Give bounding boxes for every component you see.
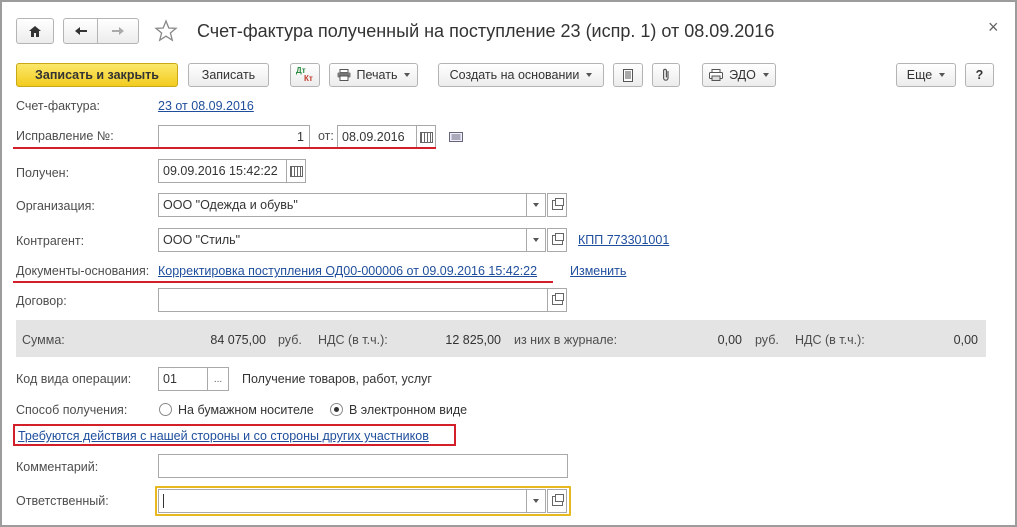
document-window: Счет-фактура полученный на поступление 2… (0, 0, 1017, 527)
organization-dropdown-button[interactable] (526, 193, 546, 217)
list-icon[interactable] (449, 131, 463, 142)
open-icon (551, 233, 564, 245)
sum-value: 84 075,00 (210, 333, 266, 347)
save-button[interactable]: Записать (188, 63, 269, 87)
received-date-picker-button[interactable] (286, 159, 306, 183)
arrow-right-icon (112, 27, 124, 35)
contract-open-button[interactable] (547, 288, 567, 312)
save-and-close-button[interactable]: Записать и закрыть (16, 63, 178, 87)
responsible-open-button[interactable] (547, 489, 567, 513)
correction-date-picker-button[interactable] (416, 125, 436, 149)
comment-label: Комментарий: (16, 460, 99, 474)
journal-vat-label: НДС (в т.ч.): (795, 333, 865, 347)
responsible-label: Ответственный: (16, 494, 109, 508)
help-button[interactable]: ? (965, 63, 994, 87)
invoice-link[interactable]: 23 от 08.09.2016 (158, 99, 254, 113)
operation-code-label: Код вида операции: (16, 372, 132, 386)
receipt-method-electronic-radio[interactable] (330, 403, 343, 416)
operation-code-field[interactable]: 01 (158, 367, 208, 391)
journal-value: 0,00 (717, 333, 742, 347)
edo-button[interactable]: ЭДО (702, 63, 776, 87)
paperclip-icon (663, 68, 669, 81)
organization-open-button[interactable] (547, 193, 567, 217)
attachment-button[interactable] (652, 63, 680, 87)
contractor-open-button[interactable] (547, 228, 567, 252)
vat-value: 12 825,00 (445, 333, 501, 347)
arrow-left-icon (74, 27, 87, 35)
journal-currency: руб. (755, 333, 779, 347)
open-icon (551, 198, 564, 210)
responsible-field[interactable] (158, 489, 527, 513)
contract-label: Договор: (16, 294, 67, 308)
printer-icon (337, 69, 351, 81)
contractor-field[interactable]: ООО "Стиль" (158, 228, 527, 252)
journal-vat-value: 0,00 (953, 333, 978, 347)
correction-label: Исправление №: (16, 129, 114, 143)
correction-highlight-line (13, 147, 436, 149)
contractor-dropdown-button[interactable] (526, 228, 546, 252)
organization-field[interactable]: ООО "Одежда и обувь" (158, 193, 527, 217)
contractor-label: Контрагент: (16, 234, 85, 248)
dt-kt-icon: Дт Кт (296, 66, 313, 83)
received-label: Получен: (16, 166, 70, 180)
vat-label: НДС (в т.ч.): (318, 333, 388, 347)
receipt-method-paper-label[interactable]: На бумажном носителе (178, 403, 314, 417)
chevron-down-icon (533, 499, 539, 503)
text-cursor (163, 494, 164, 508)
more-button[interactable]: Еще (896, 63, 956, 87)
home-button[interactable] (16, 18, 54, 44)
favorite-star-icon[interactable] (154, 19, 178, 43)
back-button[interactable] (63, 18, 98, 44)
operation-code-select-button[interactable]: ... (207, 367, 229, 391)
sum-currency: руб. (278, 333, 302, 347)
chevron-down-icon (533, 238, 539, 242)
home-icon (29, 25, 41, 37)
edo-icon (709, 69, 724, 81)
open-icon (551, 494, 564, 506)
correction-from-label: от: (318, 129, 334, 143)
calendar-icon (289, 165, 303, 177)
chevron-down-icon (533, 203, 539, 207)
open-icon (551, 293, 564, 305)
close-icon[interactable]: × (988, 17, 999, 38)
dt-kt-button[interactable]: Дт Кт (290, 63, 320, 87)
base-documents-label: Документы-основания: (16, 264, 150, 278)
receipt-method-electronic-label[interactable]: В электронном виде (349, 403, 467, 417)
receipt-method-label: Способ получения: (16, 403, 128, 417)
organization-label: Организация: (16, 199, 95, 213)
invoice-label: Счет-фактура: (16, 99, 101, 113)
change-link[interactable]: Изменить (570, 264, 626, 278)
responsible-dropdown-button[interactable] (526, 489, 546, 513)
journal-label: из них в журнале: (514, 333, 618, 347)
correction-date-field[interactable]: 08.09.2016 (337, 125, 417, 149)
document-button[interactable] (613, 63, 643, 87)
document-icon (623, 68, 633, 82)
contract-field[interactable] (158, 288, 548, 312)
kpp-link[interactable]: КПП 773301001 (578, 233, 669, 247)
received-datetime-field[interactable]: 09.09.2016 15:42:22 (158, 159, 287, 183)
operation-code-description: Получение товаров, работ, услуг (242, 372, 432, 386)
base-document-link[interactable]: Корректировка поступления ОД00-000006 от… (158, 264, 537, 278)
correction-number-field[interactable]: 1 (158, 125, 310, 149)
window-title: Счет-фактура полученный на поступление 2… (197, 21, 775, 41)
calendar-icon (419, 131, 433, 143)
sum-label: Сумма: (22, 333, 65, 347)
base-documents-highlight-line (13, 281, 553, 283)
create-based-on-button[interactable]: Создать на основании (438, 63, 604, 87)
forward-button[interactable] (97, 18, 139, 44)
receipt-method-paper-radio[interactable] (159, 403, 172, 416)
comment-field[interactable] (158, 454, 568, 478)
print-button[interactable]: Печать (329, 63, 418, 87)
actions-required-link[interactable]: Требуются действия с нашей стороны и со … (18, 429, 429, 443)
